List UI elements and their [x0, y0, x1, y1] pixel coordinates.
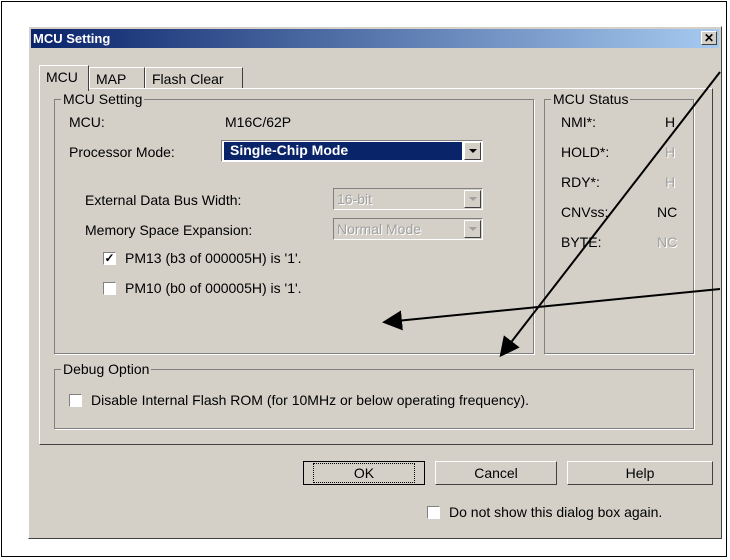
- tab-mcu[interactable]: MCU: [39, 65, 89, 91]
- screenshot-frame: MCU Setting ✕ MCU MAP Flash Clear MCU Se…: [1, 1, 727, 557]
- annotation-arrow-2: [382, 288, 721, 331]
- annotation-arrows: [382, 71, 721, 358]
- annotation-arrow-1: [499, 71, 721, 358]
- tab-mcu-label: MCU: [46, 69, 78, 85]
